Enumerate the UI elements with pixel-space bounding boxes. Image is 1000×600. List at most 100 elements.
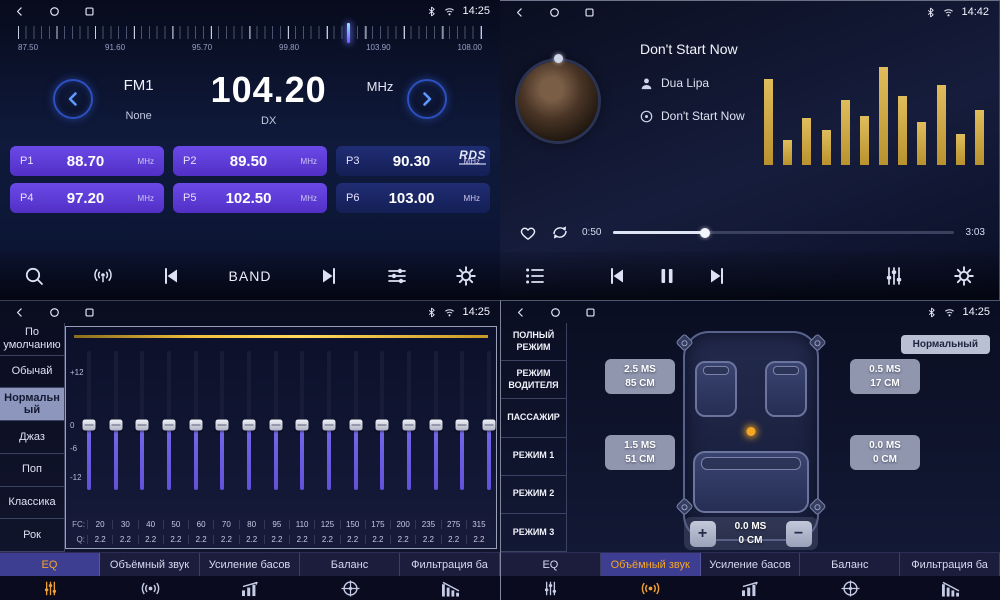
eq-band-slider[interactable] [247, 351, 251, 490]
slider-knob[interactable] [482, 419, 495, 430]
tab-eq[interactable]: EQ [501, 553, 601, 576]
eq-preset-rock[interactable]: Рок [0, 519, 64, 552]
playlist-icon[interactable] [524, 265, 546, 287]
rear-right-delay-button[interactable]: 0.0 MS 0 CM [850, 435, 920, 470]
tab-icon-bass[interactable] [200, 576, 300, 600]
eq-band-slider[interactable] [327, 351, 331, 490]
slider-knob[interactable] [402, 419, 415, 430]
seek-bar[interactable] [613, 231, 953, 234]
slider-knob[interactable] [242, 419, 255, 430]
home-icon[interactable] [49, 307, 60, 318]
slider-knob[interactable] [322, 419, 335, 430]
slider-knob[interactable] [349, 419, 362, 430]
mode-2[interactable]: РЕЖИМ 2 [501, 476, 566, 514]
tab-eq[interactable]: EQ [0, 553, 100, 576]
eq-band-slider[interactable] [434, 351, 438, 490]
preset-button-p1[interactable]: P1 88.70 MHz [10, 146, 164, 176]
tab-icon-eq[interactable] [0, 576, 100, 600]
eq-preset-jazz[interactable]: Джаз [0, 421, 64, 454]
equalizer-sliders-icon[interactable] [883, 265, 905, 287]
tab-balance[interactable]: Баланс [300, 553, 400, 576]
eq-band-slider[interactable] [220, 351, 224, 490]
preset-button-p2[interactable]: P2 89.50 MHz [173, 146, 327, 176]
gear-icon[interactable] [953, 265, 975, 287]
eq-band-slider[interactable] [194, 351, 198, 490]
mode-passenger[interactable]: ПАССАЖИР [501, 399, 566, 437]
mode-3[interactable]: РЕЖИМ 3 [501, 514, 566, 552]
band-button[interactable]: BAND [229, 268, 272, 284]
tab-balance[interactable]: Баланс [800, 553, 900, 576]
home-icon[interactable] [49, 6, 60, 17]
search-icon[interactable] [23, 265, 45, 287]
slider-knob[interactable] [216, 419, 229, 430]
slider-knob[interactable] [83, 419, 96, 430]
previous-track-icon[interactable] [606, 265, 628, 287]
profile-normal-button[interactable]: Нормальный [901, 335, 990, 354]
previous-track-icon[interactable] [160, 265, 182, 287]
home-icon[interactable] [550, 307, 561, 318]
slider-knob[interactable] [269, 419, 282, 430]
frequency-ruler[interactable]: 87.50 91.60 95.70 99.80 103.90 108.00 [18, 26, 482, 52]
preset-button-p5[interactable]: P5 102.50 MHz [173, 183, 327, 213]
slider-knob[interactable] [429, 419, 442, 430]
recents-icon[interactable] [84, 6, 95, 17]
front-right-delay-button[interactable]: 0.5 MS 17 CM [850, 359, 920, 394]
tab-icon-surround[interactable] [100, 576, 200, 600]
mode-driver[interactable]: РЕЖИМ ВОДИТЕЛЯ [501, 361, 566, 399]
eq-preset-pop[interactable]: Поп [0, 454, 64, 487]
slider-knob[interactable] [162, 419, 175, 430]
eq-preset-normal[interactable]: Нормальный [0, 388, 64, 421]
tune-up-button[interactable] [407, 79, 447, 119]
tab-icon-filter[interactable] [900, 576, 1000, 600]
back-icon[interactable] [514, 7, 525, 18]
slider-knob[interactable] [296, 419, 309, 430]
tab-surround[interactable]: Объёмный звук [100, 553, 200, 576]
tab-icon-balance[interactable] [800, 576, 900, 600]
tab-icon-bass[interactable] [701, 576, 801, 600]
eq-band-slider[interactable] [140, 351, 144, 490]
rear-left-delay-button[interactable]: 1.5 MS 51 CM [605, 435, 675, 470]
mode-full[interactable]: ПОЛНЫЙ РЕЖИМ [501, 323, 566, 361]
back-icon[interactable] [515, 307, 526, 318]
back-icon[interactable] [14, 6, 25, 17]
tab-bass-boost[interactable]: Усиление басов [701, 553, 801, 576]
tab-surround[interactable]: Объёмный звук [601, 553, 701, 576]
eq-band-slider[interactable] [407, 351, 411, 490]
home-icon[interactable] [549, 7, 560, 18]
mixer-icon[interactable] [386, 265, 408, 287]
eq-band-slider[interactable] [380, 351, 384, 490]
eq-band-slider[interactable] [300, 351, 304, 490]
eq-preset-custom[interactable]: Обычай [0, 356, 64, 389]
tune-down-button[interactable] [53, 79, 93, 119]
preset-button-p4[interactable]: P4 97.20 MHz [10, 183, 164, 213]
eq-band-slider[interactable] [114, 351, 118, 490]
eq-band-slider[interactable] [167, 351, 171, 490]
repeat-icon[interactable] [550, 223, 570, 242]
preset-button-p6[interactable]: P6 103.00 MHz [336, 183, 490, 213]
front-left-delay-button[interactable]: 2.5 MS 85 CM [605, 359, 675, 394]
eq-preset-classic[interactable]: Классика [0, 487, 64, 520]
recents-icon[interactable] [584, 7, 595, 18]
eq-band-slider[interactable] [274, 351, 278, 490]
recents-icon[interactable] [585, 307, 596, 318]
tab-filter[interactable]: Фильтрация ба [900, 553, 1000, 576]
delay-minus-button[interactable]: − [786, 521, 812, 547]
tab-icon-surround[interactable] [601, 576, 701, 600]
slider-knob[interactable] [136, 419, 149, 430]
tab-filter[interactable]: Фильтрация ба [400, 553, 500, 576]
eq-band-slider[interactable] [487, 351, 491, 490]
tab-icon-balance[interactable] [300, 576, 400, 600]
pause-icon[interactable] [656, 265, 678, 287]
seek-knob[interactable] [700, 228, 710, 238]
gear-icon[interactable] [455, 265, 477, 287]
next-track-icon[interactable] [706, 265, 728, 287]
tab-icon-eq[interactable] [501, 576, 601, 600]
next-track-icon[interactable] [318, 265, 340, 287]
back-icon[interactable] [14, 307, 25, 318]
radio-broadcast-icon[interactable] [92, 265, 114, 287]
eq-band-slider[interactable] [87, 351, 91, 490]
delay-plus-button[interactable]: + [690, 521, 716, 547]
tab-icon-filter[interactable] [400, 576, 500, 600]
slider-knob[interactable] [376, 419, 389, 430]
favorite-heart-icon[interactable] [518, 223, 538, 242]
